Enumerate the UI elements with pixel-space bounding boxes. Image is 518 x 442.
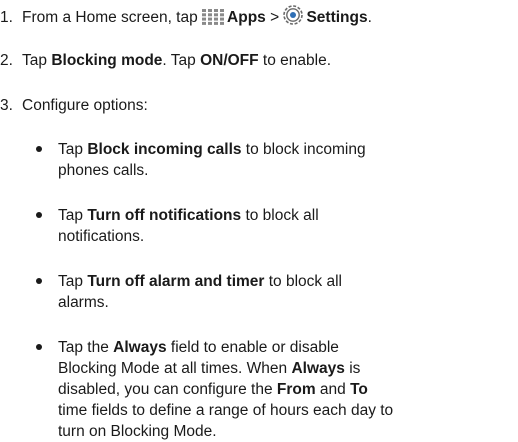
step-number: 2. xyxy=(0,52,13,69)
bullet-dot xyxy=(36,344,42,350)
option-always-field: Tap the Always field to enable or disabl… xyxy=(36,337,506,442)
step-3: 3. Configure options: xyxy=(0,97,148,114)
option-block-calls: Tap Block incoming calls to block incomi… xyxy=(36,139,506,183)
bullet-dot xyxy=(36,146,42,152)
step-1: 1. From a Home screen, tap Apps > Setting… xyxy=(0,5,372,31)
apps-grid-icon xyxy=(202,9,225,31)
bullet-dot xyxy=(36,278,42,284)
bullet-dot xyxy=(36,212,42,218)
settings-label: Settings xyxy=(306,9,368,26)
step-number: 1. xyxy=(0,9,13,26)
option-turn-off-notifications: Tap Turn off notifications to block all … xyxy=(36,205,506,249)
apps-label: Apps xyxy=(227,9,266,26)
instructions-document: 1. From a Home screen, tap Apps > Setting… xyxy=(0,0,518,442)
step-number: 3. xyxy=(0,97,13,114)
blocking-mode-label: Blocking mode xyxy=(51,52,163,69)
settings-gear-icon xyxy=(283,5,304,31)
step-2: 2. Tap Blocking mode. Tap ON/OFF to enabl… xyxy=(0,52,332,69)
option-turn-off-alarm: Tap Turn off alarm and timer to block al… xyxy=(36,271,506,315)
on-off-label: ON/OFF xyxy=(200,52,259,69)
